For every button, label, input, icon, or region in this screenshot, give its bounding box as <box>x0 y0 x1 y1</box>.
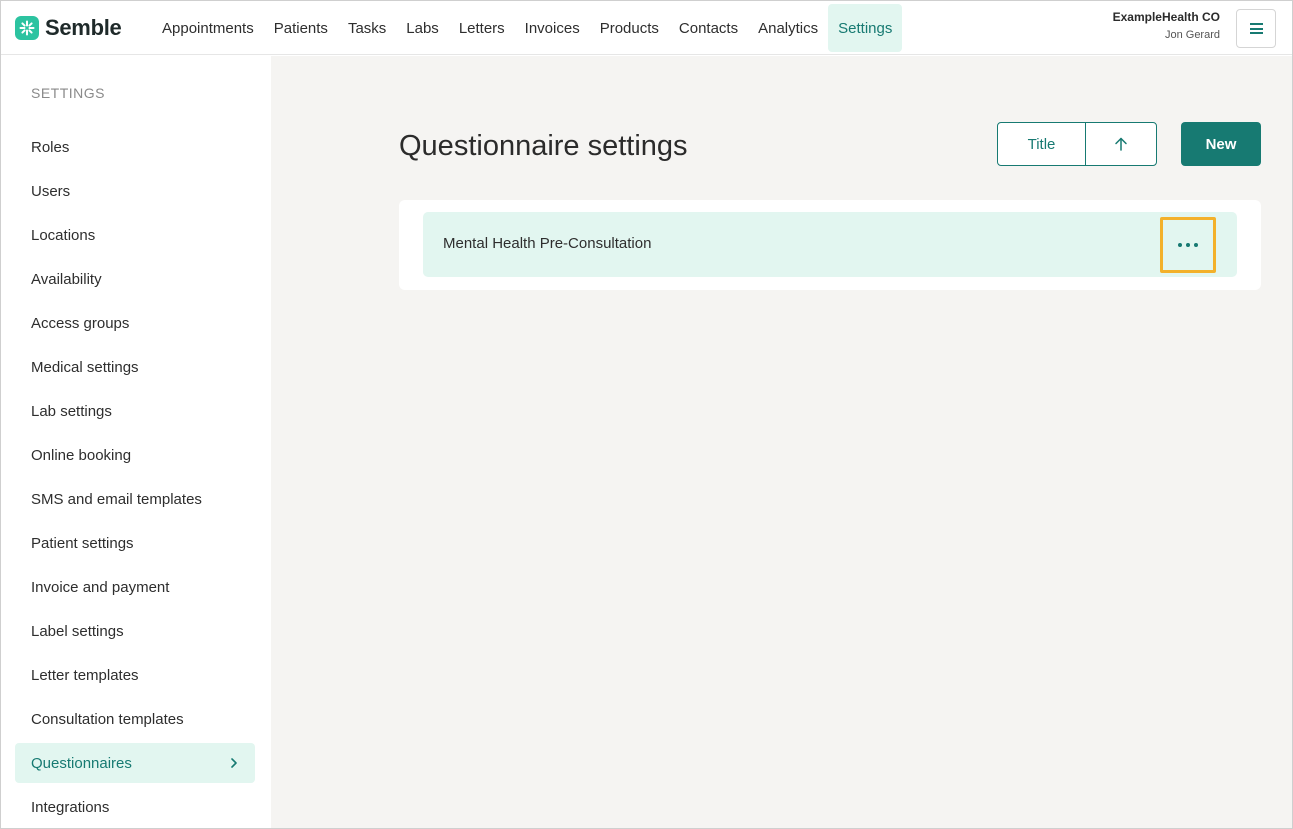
sidebar-item-label-settings[interactable]: Label settings <box>15 611 255 651</box>
sidebar-item-locations[interactable]: Locations <box>15 215 255 255</box>
sidebar-item-label: Medical settings <box>31 358 139 376</box>
sidebar-item-label: Consultation templates <box>31 710 184 728</box>
more-actions-button[interactable] <box>1160 217 1216 273</box>
account-info[interactable]: ExampleHealth CO Jon Gerard <box>1113 10 1220 41</box>
sort-field-button[interactable]: Title <box>998 123 1086 165</box>
sidebar-item-label: Online booking <box>31 446 132 464</box>
sidebar-item-label: Access groups <box>31 314 130 332</box>
questionnaire-list: Mental Health Pre-Consultation <box>399 200 1261 290</box>
nav-settings[interactable]: Settings <box>828 4 903 52</box>
sidebar-heading: SETTINGS <box>31 85 106 101</box>
sidebar-item-label: Integrations <box>31 798 110 816</box>
nav-labs[interactable]: Labs <box>396 4 449 52</box>
list-item[interactable]: Mental Health Pre-Consultation <box>423 212 1237 277</box>
main-nav: Appointments Patients Tasks Labs Letters… <box>152 4 903 52</box>
sidebar-item-label: Users <box>31 182 71 200</box>
sidebar-item-patient-settings[interactable]: Patient settings <box>15 523 255 563</box>
sidebar-item-users[interactable]: Users <box>15 171 255 211</box>
sidebar-item-label: Label settings <box>31 622 124 640</box>
sidebar-item-label: Roles <box>31 138 70 156</box>
nav-contacts[interactable]: Contacts <box>669 4 748 52</box>
top-navigation-bar: Semble Appointments Patients Tasks Labs … <box>1 1 1292 55</box>
sidebar-item-label: SMS and email templates <box>31 490 202 508</box>
sidebar-item-label: Letter templates <box>31 666 139 684</box>
sidebar-item-access-groups[interactable]: Access groups <box>15 303 255 343</box>
arrow-up-icon <box>1115 137 1127 151</box>
sidebar-item-label: Locations <box>31 226 96 244</box>
nav-patients[interactable]: Patients <box>264 4 338 52</box>
sidebar-item-label: Invoice and payment <box>31 578 170 596</box>
sidebar-list: Roles Users Locations Availability Acces… <box>15 127 255 828</box>
page-title: Questionnaire settings <box>399 130 688 162</box>
new-questionnaire-button[interactable]: New <box>1181 122 1261 166</box>
chevron-right-icon <box>231 758 237 768</box>
sidebar-item-label: Lab settings <box>31 402 112 420</box>
settings-sidebar: SETTINGS Roles Users Locations Availabil… <box>1 56 271 828</box>
nav-products[interactable]: Products <box>590 4 669 52</box>
questionnaire-name: Mental Health Pre-Consultation <box>443 235 652 252</box>
org-name: ExampleHealth CO <box>1112 10 1220 24</box>
sidebar-item-label: Questionnaires <box>31 754 132 772</box>
sort-control: Title <box>997 122 1157 166</box>
nav-analytics[interactable]: Analytics <box>748 4 828 52</box>
user-name: Jon Gerard <box>1164 29 1220 41</box>
sidebar-item-label: Availability <box>31 270 102 288</box>
sidebar-item-consultation-templates[interactable]: Consultation templates <box>15 699 255 739</box>
hamburger-icon <box>1249 23 1263 34</box>
sidebar-item-lab-settings[interactable]: Lab settings <box>15 391 255 431</box>
sidebar-item-invoice-payment[interactable]: Invoice and payment <box>15 567 255 607</box>
sidebar-item-medical-settings[interactable]: Medical settings <box>15 347 255 387</box>
sidebar-item-sms-email-templates[interactable]: SMS and email templates <box>15 479 255 519</box>
more-horizontal-icon-dot <box>1194 243 1198 247</box>
semble-logo[interactable]: Semble <box>15 15 122 41</box>
more-horizontal-icon-dot <box>1186 243 1190 247</box>
nav-appointments[interactable]: Appointments <box>152 4 264 52</box>
sidebar-item-availability[interactable]: Availability <box>15 259 255 299</box>
sidebar-item-online-booking[interactable]: Online booking <box>15 435 255 475</box>
sidebar-item-roles[interactable]: Roles <box>15 127 255 167</box>
nav-tasks[interactable]: Tasks <box>338 4 396 52</box>
main-content: Questionnaire settings Title New Mental … <box>271 56 1292 828</box>
main-menu-button[interactable] <box>1236 9 1276 48</box>
logo-mark-icon <box>15 16 39 40</box>
sort-direction-button[interactable] <box>1086 123 1156 165</box>
app-window: Semble Appointments Patients Tasks Labs … <box>0 0 1293 829</box>
nav-invoices[interactable]: Invoices <box>515 4 590 52</box>
sidebar-item-integrations[interactable]: Integrations <box>15 787 255 827</box>
sidebar-item-letter-templates[interactable]: Letter templates <box>15 655 255 695</box>
logo-text: Semble <box>45 15 122 40</box>
sidebar-item-questionnaires[interactable]: Questionnaires <box>15 743 255 783</box>
nav-letters[interactable]: Letters <box>449 4 515 52</box>
sidebar-item-label: Patient settings <box>31 534 134 552</box>
more-horizontal-icon <box>1178 243 1182 247</box>
